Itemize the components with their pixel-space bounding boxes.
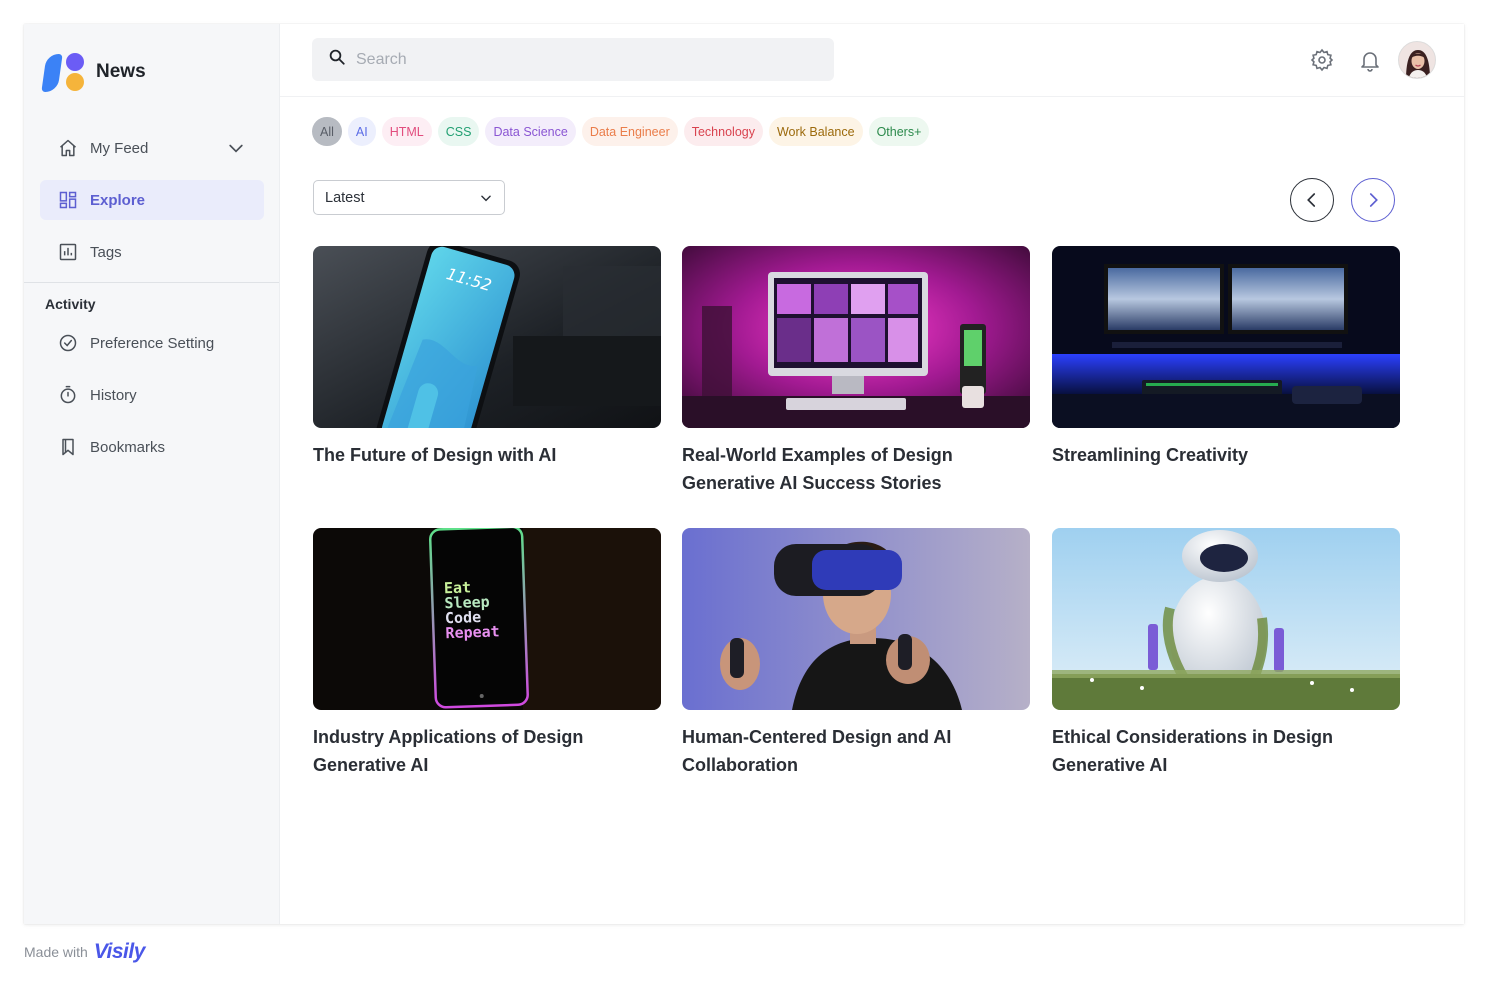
avatar[interactable]: [1398, 41, 1436, 79]
search-box[interactable]: [312, 38, 834, 81]
sidebar-item-history[interactable]: History: [40, 375, 264, 415]
tag-chip[interactable]: HTML: [381, 117, 432, 146]
app-name: News: [96, 61, 146, 82]
article-title: Real-World Examples of Design Generative…: [682, 445, 953, 493]
bell-icon[interactable]: [1358, 48, 1382, 72]
chevron-down-icon: [479, 191, 493, 205]
sort-select-value: Latest: [325, 189, 365, 206]
tag-chip[interactable]: AI: [347, 117, 376, 146]
activity-section-title: Activity: [45, 296, 96, 312]
sort-select[interactable]: Latest: [313, 180, 505, 215]
tag-filter-bar: All AI HTML CSS Data Science Data Engineer Tec…: [312, 117, 930, 146]
article-card[interactable]: Streamlining Creativity: [1052, 246, 1400, 469]
brand[interactable]: News: [41, 52, 146, 92]
article-image-pink-desk-setup: [682, 246, 1030, 428]
bar-chart-icon: [58, 242, 78, 262]
dashboard-icon: [58, 190, 78, 210]
article-image-blue-monitors-setup: [1052, 246, 1400, 428]
app-logo: [41, 52, 84, 92]
sidebar-item-label: My Feed: [90, 139, 149, 157]
search-icon: [328, 48, 346, 71]
sidebar-item-preference-setting[interactable]: Preference Setting: [40, 323, 264, 363]
sidebar-item-label: Preference Setting: [90, 334, 215, 352]
tag-chip[interactable]: Technology: [683, 117, 763, 146]
sidebar-item-label: History: [90, 386, 137, 404]
article-image-man-vr-headset: [682, 528, 1030, 710]
article-card[interactable]: Ethical Considerations in Design Generat…: [1052, 528, 1400, 779]
tag-chip[interactable]: CSS: [437, 117, 480, 146]
article-card[interactable]: Eat Sleep Code Repeat Industry Applicati…: [313, 528, 661, 779]
footer: Made with Visily: [24, 940, 145, 964]
tag-chip[interactable]: Data Science: [485, 117, 576, 146]
article-title: The Future of Design with AI: [313, 445, 557, 465]
prev-button[interactable]: [1290, 178, 1334, 222]
next-button[interactable]: [1351, 178, 1395, 222]
app-window: News My Feed Explore Tags Activity Prefe…: [24, 24, 1464, 924]
article-card[interactable]: Human-Centered Design and AI Collaborati…: [682, 528, 1030, 779]
top-bar: [280, 24, 1464, 97]
sidebar-item-tags[interactable]: Tags: [40, 232, 264, 272]
article-title: Streamlining Creativity: [1052, 445, 1249, 465]
sidebar-item-label: Explore: [90, 191, 146, 209]
chevron-down-icon[interactable]: [226, 138, 246, 158]
visily-logo[interactable]: Visily: [94, 940, 146, 964]
sidebar-divider: [24, 282, 279, 283]
tag-chip[interactable]: Data Engineer: [581, 117, 678, 146]
article-image-neon-phone-eat-sleep-code: Eat Sleep Code Repeat: [313, 528, 661, 710]
tag-chip[interactable]: Others+: [868, 117, 930, 146]
sidebar-item-my-feed[interactable]: My Feed: [40, 128, 264, 168]
article-title: Ethical Considerations in Design Generat…: [1052, 727, 1334, 775]
check-circle-icon: [58, 333, 78, 353]
sidebar: News My Feed Explore Tags Activity Prefe…: [24, 24, 280, 924]
sidebar-item-label: Tags: [90, 243, 122, 261]
chevron-left-icon: [1307, 193, 1316, 207]
phone-text-line: Repeat: [445, 622, 500, 642]
bookmark-icon: [58, 437, 78, 457]
article-card[interactable]: 11:52 The Future of Design with AI: [313, 246, 661, 469]
chevron-right-icon: [1369, 193, 1378, 207]
main-content: AllAIHTMLCSSData ScienceData EngineerTec…: [280, 24, 1464, 924]
tag-chip[interactable]: Work Balance: [768, 117, 863, 146]
tag-chip[interactable]: All: [312, 117, 342, 146]
gear-icon[interactable]: [1310, 48, 1334, 72]
article-title: Human-Centered Design and AI Collaborati…: [682, 727, 952, 775]
article-card[interactable]: Real-World Examples of Design Generative…: [682, 246, 1030, 497]
sidebar-item-bookmarks[interactable]: Bookmarks: [40, 427, 264, 467]
home-icon: [58, 138, 78, 158]
article-image-phone-on-desk: 11:52: [313, 246, 661, 428]
sidebar-item-label: Bookmarks: [90, 438, 166, 456]
stopwatch-icon: [58, 385, 78, 405]
search-input[interactable]: [356, 50, 796, 69]
article-image-robot-in-grass: [1052, 528, 1400, 710]
article-title: Industry Applications of Design Generati…: [313, 727, 584, 775]
made-with-text: Made with: [24, 944, 88, 960]
sidebar-item-explore[interactable]: Explore: [40, 180, 264, 220]
